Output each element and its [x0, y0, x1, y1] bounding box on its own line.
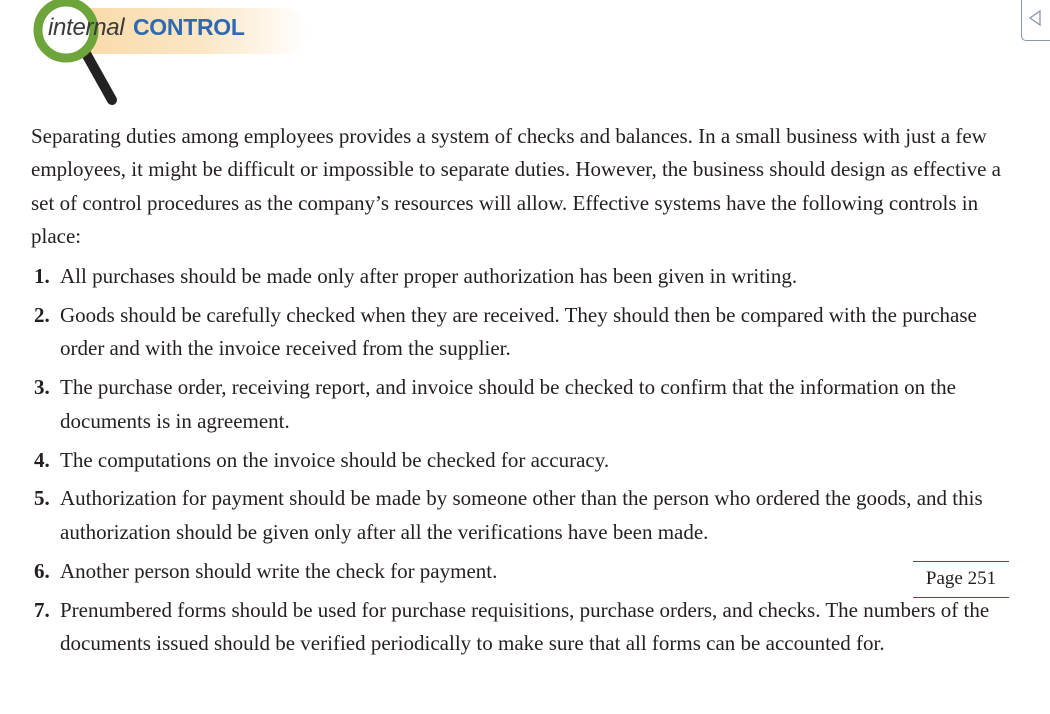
control-text: Goods should be carefully checked when t… [60, 302, 977, 361]
control-text: Authorization for payment should be made… [60, 486, 983, 544]
control-item: 7. Prenumbered forms should be used for p… [34, 594, 1004, 661]
control-item: 5. Authorization for payment should be ma… [34, 482, 1004, 549]
control-item: 3. The purchase order, receiving report, … [34, 371, 1004, 438]
control-item: 2. Goods should be carefully checked when… [34, 299, 1004, 366]
control-text: The purchase order, receiving report, an… [60, 375, 957, 433]
badge-word-internal: internal [48, 14, 125, 41]
control-number: 6. [34, 558, 50, 583]
control-text: The computations on the invoice should b… [60, 447, 610, 472]
control-text: Another person should write the check fo… [60, 558, 498, 583]
control-item: 1. All purchases should be made only afte… [34, 260, 1004, 293]
control-item: 4. The computations on the invoice should… [34, 444, 1004, 477]
intro-paragraph: Separating duties among employees provid… [31, 124, 1001, 249]
control-number: 2. [34, 302, 50, 327]
badge-word-control: CONTROL [133, 14, 245, 40]
internal-control-badge: internal CONTROL [28, 0, 308, 110]
control-number: 5. [34, 486, 50, 511]
control-text: All purchases should be made only after … [60, 264, 798, 288]
control-number: 1. [34, 264, 50, 288]
page-number-marker: Page 251 [913, 561, 1009, 598]
collapse-arrow-icon [1028, 9, 1041, 27]
control-number: 3. [34, 375, 50, 400]
control-number: 4. [34, 447, 50, 472]
control-text: Prenumbered forms should be used for pur… [60, 597, 990, 656]
controls-list: 1. All purchases should be made only afte… [34, 260, 1004, 666]
control-item: 6. Another person should write the check … [34, 555, 1004, 588]
collapse-toggle[interactable] [1021, 0, 1050, 41]
control-number: 7. [34, 597, 50, 622]
